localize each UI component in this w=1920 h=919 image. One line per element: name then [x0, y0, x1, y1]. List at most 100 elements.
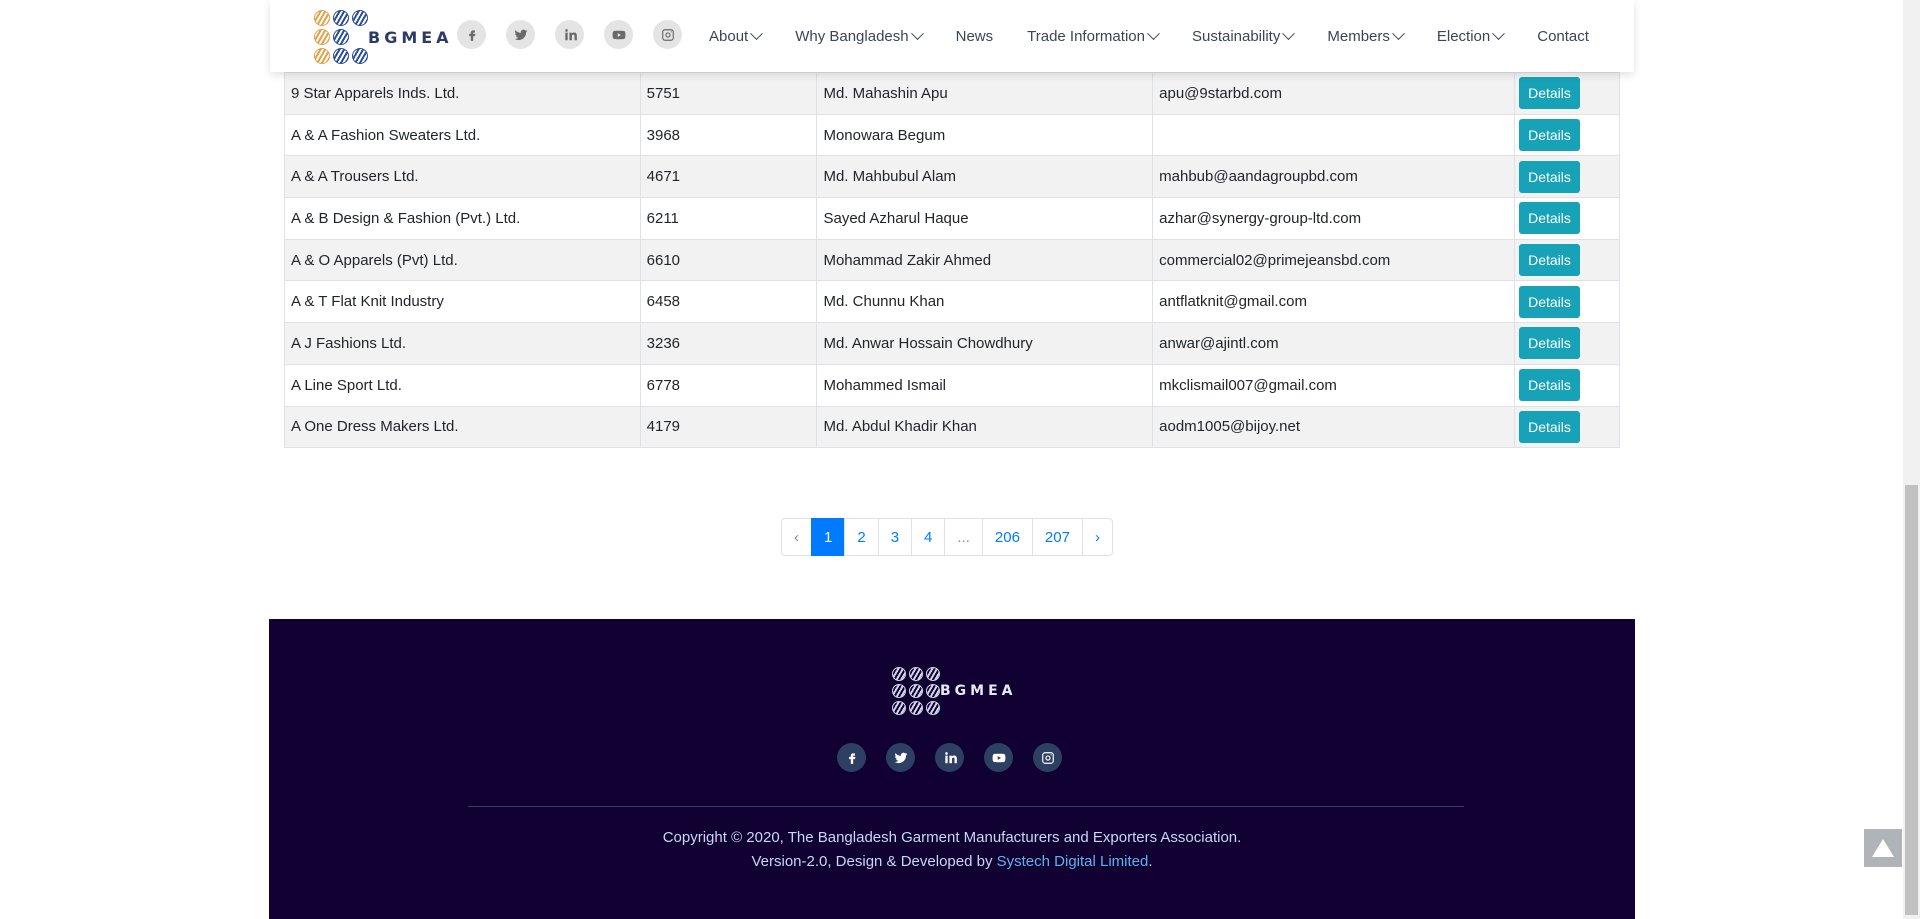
actions-cell: Details [1514, 238, 1620, 282]
details-button[interactable]: Details [1519, 202, 1580, 235]
menu-news[interactable]: News [956, 28, 994, 45]
email-cell: anwar@ajintl.com [1152, 322, 1515, 365]
reg-no-cell: 5751 [639, 72, 818, 115]
version-line: Version-2.0, Design & Developed by Syste… [269, 850, 1635, 874]
chevron-down-icon [750, 26, 764, 40]
twitter-icon[interactable] [506, 20, 535, 49]
company-name-cell: A & B Design & Fashion (Pvt.) Ltd. [284, 197, 641, 240]
menu-contact[interactable]: Contact [1537, 28, 1589, 45]
facebook-icon[interactable] [457, 20, 486, 49]
linkedin-icon[interactable] [935, 743, 964, 772]
bgmea-logo[interactable]: BGMEA [314, 10, 449, 64]
menu-trade-information[interactable]: Trade Information [1027, 26, 1160, 45]
main-menu: About Why Bangladesh News Trade Informat… [709, 0, 1623, 72]
menu-why-bangladesh[interactable]: Why Bangladesh [795, 26, 924, 45]
page-scrollbar[interactable] [1903, 0, 1920, 919]
arrow-up-icon [1872, 839, 1894, 857]
facebook-icon[interactable] [837, 743, 866, 772]
page-1[interactable]: 1 [811, 518, 846, 556]
linkedin-icon[interactable] [555, 20, 584, 49]
details-button[interactable]: Details [1519, 119, 1580, 152]
actions-cell: Details [1514, 280, 1620, 324]
actions-cell: Details [1514, 72, 1620, 115]
page-207[interactable]: 207 [1031, 518, 1083, 556]
actions-cell: Details [1514, 155, 1620, 199]
table-row: A & A Trousers Ltd. 4671 Md. Mahbubul Alam… [284, 155, 1620, 199]
contact-person-cell: Md. Mahbubul Alam [816, 155, 1154, 199]
table-row: A & O Apparels (Pvt) Ltd. 6610 Mohammad Za… [284, 238, 1620, 282]
site-footer: BGMEA Copyright © 2020, The Bangladesh G… [269, 619, 1635, 919]
footer-logo[interactable]: BGMEA [892, 667, 1017, 715]
page-4[interactable]: 4 [911, 518, 946, 556]
back-to-top-button[interactable] [1864, 829, 1902, 867]
actions-cell: Details [1514, 197, 1620, 240]
pagination-prev[interactable]: ‹ [781, 518, 812, 556]
email-cell: apu@9starbd.com [1152, 72, 1515, 115]
email-cell: mkclismail007@gmail.com [1152, 363, 1515, 407]
email-cell: antflatknit@gmail.com [1152, 280, 1515, 324]
scrollbar-thumb[interactable] [1905, 485, 1918, 915]
menu-about[interactable]: About [709, 26, 764, 45]
company-name-cell: A Line Sport Ltd. [284, 363, 641, 407]
company-name-cell: A One Dress Makers Ltd. [284, 405, 641, 449]
contact-person-cell: Mohammed Ismail [816, 363, 1154, 407]
instagram-icon[interactable] [1033, 743, 1062, 772]
footer-logo-text: BGMEA [940, 683, 1017, 699]
instagram-icon[interactable] [653, 20, 682, 49]
youtube-icon[interactable] [604, 20, 633, 49]
company-name-cell: A & A Fashion Sweaters Ltd. [284, 113, 641, 157]
contact-person-cell: Sayed Azharul Haque [816, 197, 1154, 240]
reg-no-cell: 3968 [639, 113, 818, 157]
details-button[interactable]: Details [1519, 77, 1580, 110]
header-social-links [457, 20, 682, 49]
contact-person-cell: Monowara Begum [816, 113, 1154, 157]
details-button[interactable]: Details [1519, 410, 1580, 443]
details-button[interactable]: Details [1519, 285, 1580, 318]
table-row: A & T Flat Knit Industry 6458 Md. Chunnu K… [284, 280, 1620, 324]
email-cell [1152, 113, 1515, 157]
footer-social-links [837, 743, 1062, 772]
reg-no-cell: 6211 [639, 197, 818, 240]
actions-cell: Details [1514, 363, 1620, 407]
footer-logo-mark [892, 667, 940, 715]
youtube-icon[interactable] [984, 743, 1013, 772]
pagination-next[interactable]: › [1081, 518, 1113, 556]
actions-cell: Details [1514, 113, 1620, 157]
company-name-cell: A & T Flat Knit Industry [284, 280, 641, 324]
details-button[interactable]: Details [1519, 244, 1580, 277]
email-cell: aodm1005@bijoy.net [1152, 405, 1515, 449]
page-ellipsis: ... [944, 518, 983, 556]
details-button[interactable]: Details [1519, 160, 1580, 193]
top-navbar: BGMEA About Why Bangladesh News Trade In… [270, 0, 1634, 72]
table-row: 9 Star Apparels Inds. Ltd. 5751 Md. Mahash… [284, 72, 1620, 115]
table-row: A One Dress Makers Ltd. 4179 Md. Abdul Kha… [284, 405, 1620, 449]
reg-no-cell: 6610 [639, 238, 818, 282]
email-cell: mahbub@aandagroupbd.com [1152, 155, 1515, 199]
email-cell: azhar@synergy-group-ltd.com [1152, 197, 1515, 240]
pagination: ‹ 1 2 3 4 ... 206 207 › [781, 518, 1113, 556]
contact-person-cell: Md. Mahashin Apu [816, 72, 1154, 115]
company-name-cell: A & A Trousers Ltd. [284, 155, 641, 199]
page-2[interactable]: 2 [844, 518, 879, 556]
chevron-down-icon [1392, 26, 1405, 40]
members-table: 9 Star Apparels Inds. Ltd. 5751 Md. Mahash… [284, 72, 1620, 449]
chevron-down-icon [1492, 26, 1506, 40]
company-name-cell: A & O Apparels (Pvt) Ltd. [284, 238, 641, 282]
reg-no-cell: 4179 [639, 405, 818, 449]
menu-sustainability[interactable]: Sustainability [1192, 26, 1296, 45]
table-row: A & A Fashion Sweaters Ltd. 3968 Monowara … [284, 113, 1620, 157]
company-name-cell: 9 Star Apparels Inds. Ltd. [284, 72, 641, 115]
menu-members[interactable]: Members [1327, 26, 1405, 45]
actions-cell: Details [1514, 405, 1620, 449]
copyright-text: Copyright © 2020, The Bangladesh Garment… [662, 829, 1242, 846]
menu-election[interactable]: Election [1437, 26, 1506, 45]
chevron-down-icon [1282, 26, 1296, 40]
actions-cell: Details [1514, 322, 1620, 365]
twitter-icon[interactable] [886, 743, 915, 772]
details-button[interactable]: Details [1519, 327, 1580, 360]
details-button[interactable]: Details [1519, 369, 1580, 402]
developer-link[interactable]: Systech Digital Limited [997, 853, 1149, 870]
footer-copyright: Copyright © 2020, The Bangladesh Garment… [269, 826, 1635, 874]
page-206[interactable]: 206 [981, 518, 1033, 556]
page-3[interactable]: 3 [877, 518, 913, 556]
